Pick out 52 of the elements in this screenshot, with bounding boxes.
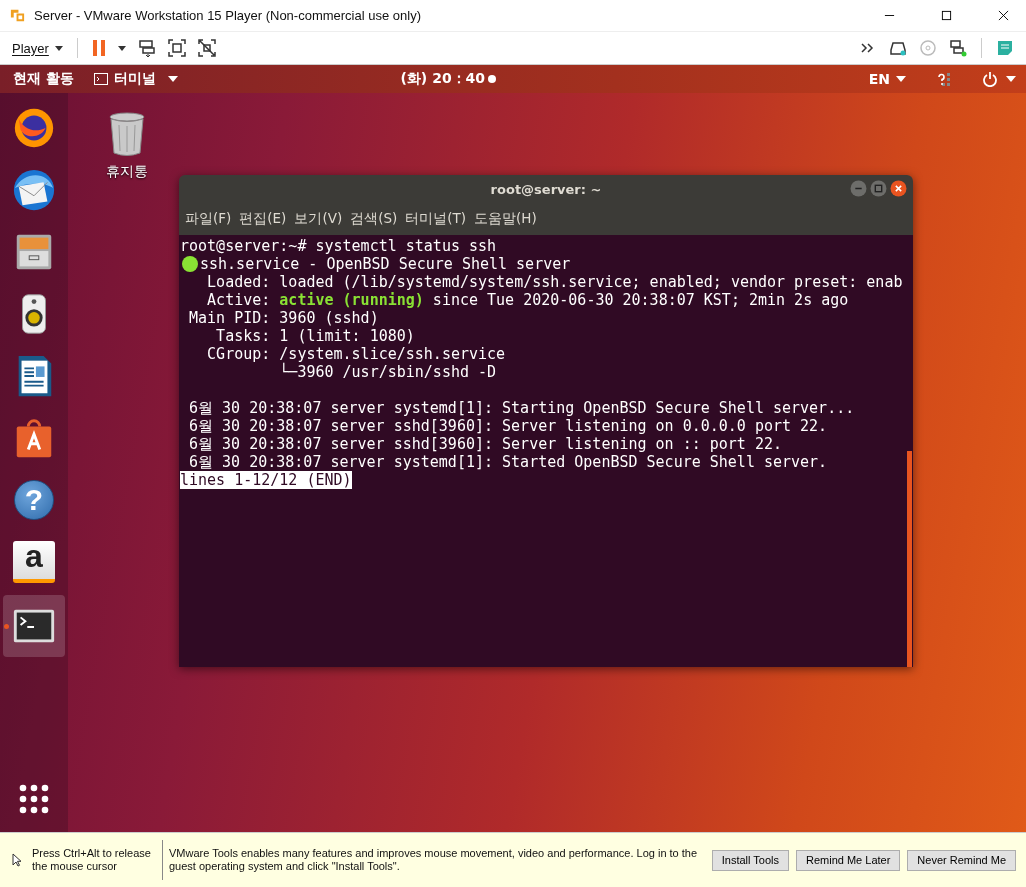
terminal-line: └─3960 /usr/sbin/sshd -D	[278, 363, 497, 381]
app-logo-icon	[9, 7, 26, 24]
menu-item[interactable]: 파일(F)	[181, 210, 236, 228]
caret-icon[interactable]	[896, 76, 906, 82]
scrollbar[interactable]	[907, 451, 912, 667]
fullscreen-icon[interactable]	[166, 38, 187, 58]
clock[interactable]: (화) 20：40	[400, 70, 486, 88]
terminal-line: Main PID: 3960 (sshd)	[188, 309, 379, 327]
shopping-button[interactable]: a	[13, 541, 55, 583]
menu-item[interactable]: 터미널(T)	[401, 210, 471, 228]
app-grid-icon[interactable]	[19, 784, 49, 814]
notification-button[interactable]: Install Tools	[711, 849, 789, 871]
app-menu[interactable]: 터미널	[113, 70, 156, 88]
activities-button[interactable]: 현재 활동	[13, 70, 74, 88]
window-title: root@server: ~	[490, 181, 602, 197]
notification-button[interactable]: Never Remind Me	[907, 849, 1016, 871]
menu-item[interactable]: 도움말(H)	[470, 210, 541, 228]
terminal-line: root@server:~# systemctl status ssh	[180, 237, 497, 255]
terminal-line: ssh.service - OpenBSD Secure Shell server	[200, 255, 571, 273]
window-title: Server - VMware Workstation 15 Player (Non-commercial use only)	[34, 8, 422, 23]
trash-icon[interactable]	[107, 111, 147, 157]
caret-icon[interactable]	[54, 45, 63, 51]
terminal-line: 6월 30 20:38:07 server systemd[1]: Started OpenBSD Secure Shell server.	[188, 453, 828, 471]
terminal-line: 6월 30 20:38:07 server systemd[1]: Starting OpenBSD Secure Shell server...	[188, 399, 855, 417]
caret-icon[interactable]	[167, 76, 178, 82]
player-menu[interactable]: Player	[12, 40, 49, 56]
menu-item[interactable]: 검색(S)	[346, 210, 402, 228]
notification-button[interactable]: Remind Me Later	[796, 849, 901, 871]
cursor-icon	[12, 853, 22, 867]
notification-dot-icon	[488, 75, 497, 83]
terminal-line: Tasks: 1 (limit: 1080)	[215, 327, 415, 345]
menu-item[interactable]: 보기(V)	[290, 210, 347, 228]
running-dot-icon	[4, 624, 9, 629]
tools-message: VMware Tools enables many features and improves mouse movement, video and performance. Log in to the guest operating system and click "Install Tools".	[169, 847, 699, 873]
caret-icon[interactable]	[117, 45, 126, 51]
close-icon[interactable]	[890, 180, 907, 197]
menu-item[interactable]: 편집(E)	[235, 210, 291, 228]
pager-status: lines 1-12/12 (END)	[180, 471, 352, 489]
terminal-line: CGroup: /system.slice/ssh.service	[206, 345, 506, 363]
icon-label: 휴지통	[106, 163, 148, 181]
terminal-line: Loaded: loaded (/lib/systemd/system/ssh.service; enabled; vendor preset: enab	[206, 273, 903, 291]
terminal-line: 6월 30 20:38:07 server sshd[3960]: Server listening on :: port 22.	[188, 435, 782, 453]
status-dot-icon	[182, 256, 198, 272]
terminal-line: Active: active (running) since Tue 2020-06-30 20:38:07 KST; 2min 2s ago	[206, 291, 849, 309]
envelope-icon[interactable]	[11, 167, 57, 213]
caret-icon[interactable]	[1006, 76, 1016, 82]
power-icon[interactable]	[982, 71, 998, 87]
terminal-line: 6월 30 20:38:07 server sshd[3960]: Server listening on 0.0.0.0 port 22.	[188, 417, 828, 435]
input-source-menu[interactable]: EN	[868, 71, 890, 87]
hint-text: Press Ctrl+Alt to release the mouse cursor	[32, 847, 152, 873]
terminal-icon	[93, 73, 108, 85]
note-icon[interactable]	[995, 38, 1015, 58]
